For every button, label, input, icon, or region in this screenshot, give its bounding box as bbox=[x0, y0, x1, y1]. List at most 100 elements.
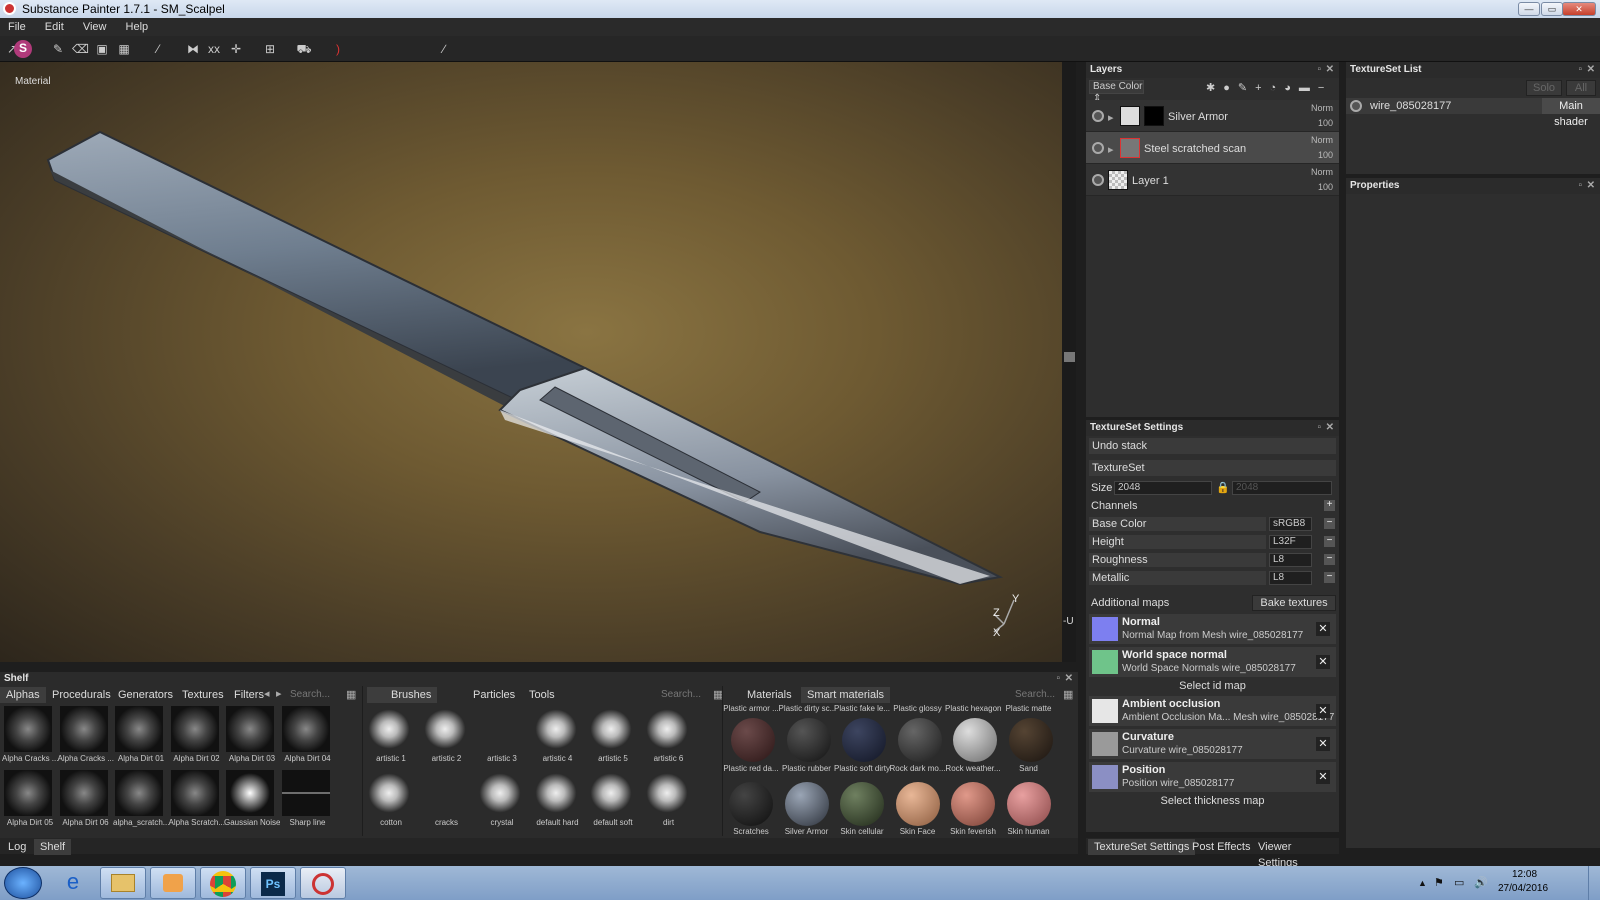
grid-icon[interactable]: ⊞ bbox=[262, 41, 278, 57]
photoshop-icon[interactable]: Ps bbox=[250, 867, 296, 899]
brush-tile[interactable]: artistic 5 bbox=[585, 704, 637, 766]
menu-help[interactable]: Help bbox=[118, 21, 157, 33]
layer-row[interactable]: Layer 1 Norm 100 bbox=[1086, 164, 1339, 196]
mask-icon[interactable]: ● bbox=[1223, 82, 1238, 94]
panel-float-icon[interactable]: ▫ bbox=[1578, 62, 1582, 78]
additional-map-curvature[interactable]: Curvature Curvature wire_085028177 ✕ bbox=[1089, 729, 1336, 759]
shader-select[interactable]: Main shader bbox=[1542, 98, 1600, 128]
brush-tile[interactable]: default soft bbox=[585, 768, 637, 830]
color-picker-icon[interactable]: ⁄ bbox=[150, 41, 166, 57]
tab-tools[interactable]: Tools bbox=[523, 687, 561, 703]
pen-pressure-icon[interactable]: ∕ bbox=[436, 41, 452, 57]
viewport-toggle-handle[interactable] bbox=[1064, 352, 1075, 362]
camera-icon[interactable]: ⛟ bbox=[296, 41, 312, 57]
tabs-scroll-right-icon[interactable]: ▸ bbox=[276, 687, 282, 700]
layer-blend-mode[interactable]: Norm bbox=[1311, 103, 1333, 113]
material-sphere[interactable] bbox=[729, 782, 773, 826]
all-button[interactable]: All bbox=[1566, 80, 1596, 96]
tab-viewer-settings[interactable]: Viewer Settings bbox=[1252, 839, 1339, 869]
visibility-icon[interactable] bbox=[1092, 142, 1104, 154]
menu-view[interactable]: View bbox=[75, 21, 115, 33]
substance-painter-taskbar-icon[interactable] bbox=[300, 867, 346, 899]
layer-opacity[interactable]: 100 bbox=[1318, 150, 1333, 160]
tab-procedurals[interactable]: Procedurals bbox=[46, 687, 117, 703]
size-select-2[interactable]: 2048 bbox=[1232, 481, 1332, 495]
layer-opacity[interactable]: 100 bbox=[1318, 118, 1333, 128]
view-mode-icon[interactable]: ▦ bbox=[346, 688, 356, 701]
folder-expand-icon[interactable]: ▸ bbox=[1108, 111, 1114, 124]
material-tile[interactable]: Rock weather... bbox=[945, 712, 1001, 774]
material-tile[interactable]: Rock dark mo... bbox=[890, 712, 946, 774]
tab-generators[interactable]: Generators bbox=[112, 687, 179, 703]
tab-alphas[interactable]: Alphas bbox=[0, 687, 46, 703]
brushes-search-input[interactable]: Search... bbox=[661, 689, 705, 700]
alpha-tile[interactable]: Alpha Dirt 01 bbox=[113, 704, 165, 766]
volume-icon[interactable]: 🔊 bbox=[1474, 876, 1488, 889]
layer-row-selected[interactable]: ▸ Steel scratched scan Norm 100 bbox=[1086, 132, 1339, 164]
remove-map-icon[interactable]: ✕ bbox=[1316, 622, 1330, 636]
minimize-button[interactable]: — bbox=[1518, 2, 1540, 16]
size-select[interactable]: 2048 bbox=[1114, 481, 1212, 495]
alpha-tile[interactable]: Alpha Cracks ... bbox=[2, 704, 58, 766]
tabs-scroll-left-icon[interactable]: ◂ bbox=[264, 687, 270, 700]
select-thickness-map-button[interactable]: Select thickness map bbox=[1089, 794, 1336, 810]
remove-channel-icon[interactable]: − bbox=[1324, 536, 1335, 547]
alpha-tile[interactable]: Alpha Scratch... bbox=[169, 768, 225, 830]
select-id-map-button[interactable]: Select id map bbox=[1089, 679, 1336, 695]
solo-button[interactable]: Solo bbox=[1526, 80, 1562, 96]
alpha-tile[interactable]: Alpha Dirt 02 bbox=[169, 704, 221, 766]
lazy-mouse-icon[interactable]: ) bbox=[330, 41, 346, 57]
eraser-icon[interactable]: ⌫ bbox=[72, 41, 89, 57]
tab-particles[interactable]: Particles bbox=[451, 687, 521, 703]
alpha-tile[interactable]: Alpha Dirt 06 bbox=[58, 768, 110, 830]
close-button[interactable]: ✕ bbox=[1562, 2, 1596, 16]
alpha-tile[interactable]: alpha_scratch... bbox=[113, 768, 169, 830]
fill-layer-icon[interactable]: ◔ bbox=[1270, 82, 1285, 94]
media-player-icon[interactable] bbox=[150, 867, 196, 899]
action-center-flag-icon[interactable]: ⚑ bbox=[1434, 876, 1444, 889]
clock-time[interactable]: 12:08 bbox=[1512, 869, 1537, 880]
maximize-button[interactable]: ▭ bbox=[1541, 2, 1563, 16]
file-explorer-icon[interactable] bbox=[100, 867, 146, 899]
clock-date[interactable]: 27/04/2016 bbox=[1498, 883, 1548, 894]
alpha-tile[interactable]: Alpha Cracks ... bbox=[58, 704, 114, 766]
alpha-tile[interactable]: Gaussian Noise bbox=[224, 768, 280, 830]
panel-float-icon[interactable]: ▫ bbox=[1578, 178, 1582, 194]
material-sphere[interactable] bbox=[840, 782, 884, 826]
tab-log[interactable]: Log bbox=[2, 839, 32, 855]
menu-edit[interactable]: Edit bbox=[37, 21, 72, 33]
material-tile[interactable]: Plastic rubber bbox=[779, 712, 831, 774]
start-button[interactable] bbox=[4, 867, 42, 899]
tab-brushes[interactable]: Brushes bbox=[367, 687, 438, 703]
layer-row[interactable]: ▸ Silver Armor Norm 100 bbox=[1086, 100, 1339, 132]
brush-tile[interactable]: dirt bbox=[641, 768, 693, 830]
channel-format-select[interactable]: L8 bbox=[1269, 553, 1312, 567]
remove-map-icon[interactable]: ✕ bbox=[1316, 704, 1330, 718]
visibility-icon[interactable] bbox=[1092, 174, 1104, 186]
tab-materials[interactable]: Materials bbox=[727, 687, 798, 703]
panel-close-icon[interactable]: ✕ bbox=[1587, 62, 1595, 78]
material-tile[interactable]: Plastic red da... bbox=[723, 712, 779, 774]
delete-layer-icon[interactable]: − bbox=[1318, 82, 1332, 94]
alpha-tile[interactable]: Alpha Dirt 05 bbox=[2, 768, 54, 830]
tab-smart-materials[interactable]: Smart materials bbox=[801, 687, 891, 703]
brush-tile[interactable]: cracks bbox=[419, 768, 471, 830]
material-sphere[interactable] bbox=[1006, 782, 1051, 826]
textureset-item[interactable]: wire_085028177 Main shader bbox=[1346, 98, 1600, 128]
alpha-tile[interactable]: Alpha Dirt 03 bbox=[224, 704, 276, 766]
additional-map-ambient-occlusion[interactable]: Ambient occlusion Ambient Occlusion Ma..… bbox=[1089, 696, 1336, 726]
symmetry-icon[interactable]: ⧓ bbox=[185, 41, 201, 57]
additional-map-position[interactable]: Position Position wire_085028177 ✕ bbox=[1089, 762, 1336, 792]
projection-icon[interactable]: ▣ bbox=[94, 41, 110, 57]
paint-brush-icon[interactable]: ✎ bbox=[50, 41, 66, 57]
brush-tile[interactable]: artistic 3 bbox=[474, 704, 526, 766]
brush-tile[interactable]: artistic 6 bbox=[641, 704, 693, 766]
3d-viewport[interactable]: Material Y Z X bbox=[0, 62, 1066, 662]
brush-tile[interactable]: artistic 1 bbox=[363, 704, 415, 766]
show-hidden-icons[interactable]: ▲ bbox=[1418, 878, 1427, 888]
geometry-decal-icon[interactable]: ▦ bbox=[116, 41, 132, 57]
menu-file[interactable]: File bbox=[0, 21, 34, 33]
add-channel-icon[interactable]: + bbox=[1324, 500, 1335, 511]
undo-stack-section[interactable]: Undo stack bbox=[1089, 438, 1336, 454]
material-sphere[interactable] bbox=[895, 782, 940, 826]
